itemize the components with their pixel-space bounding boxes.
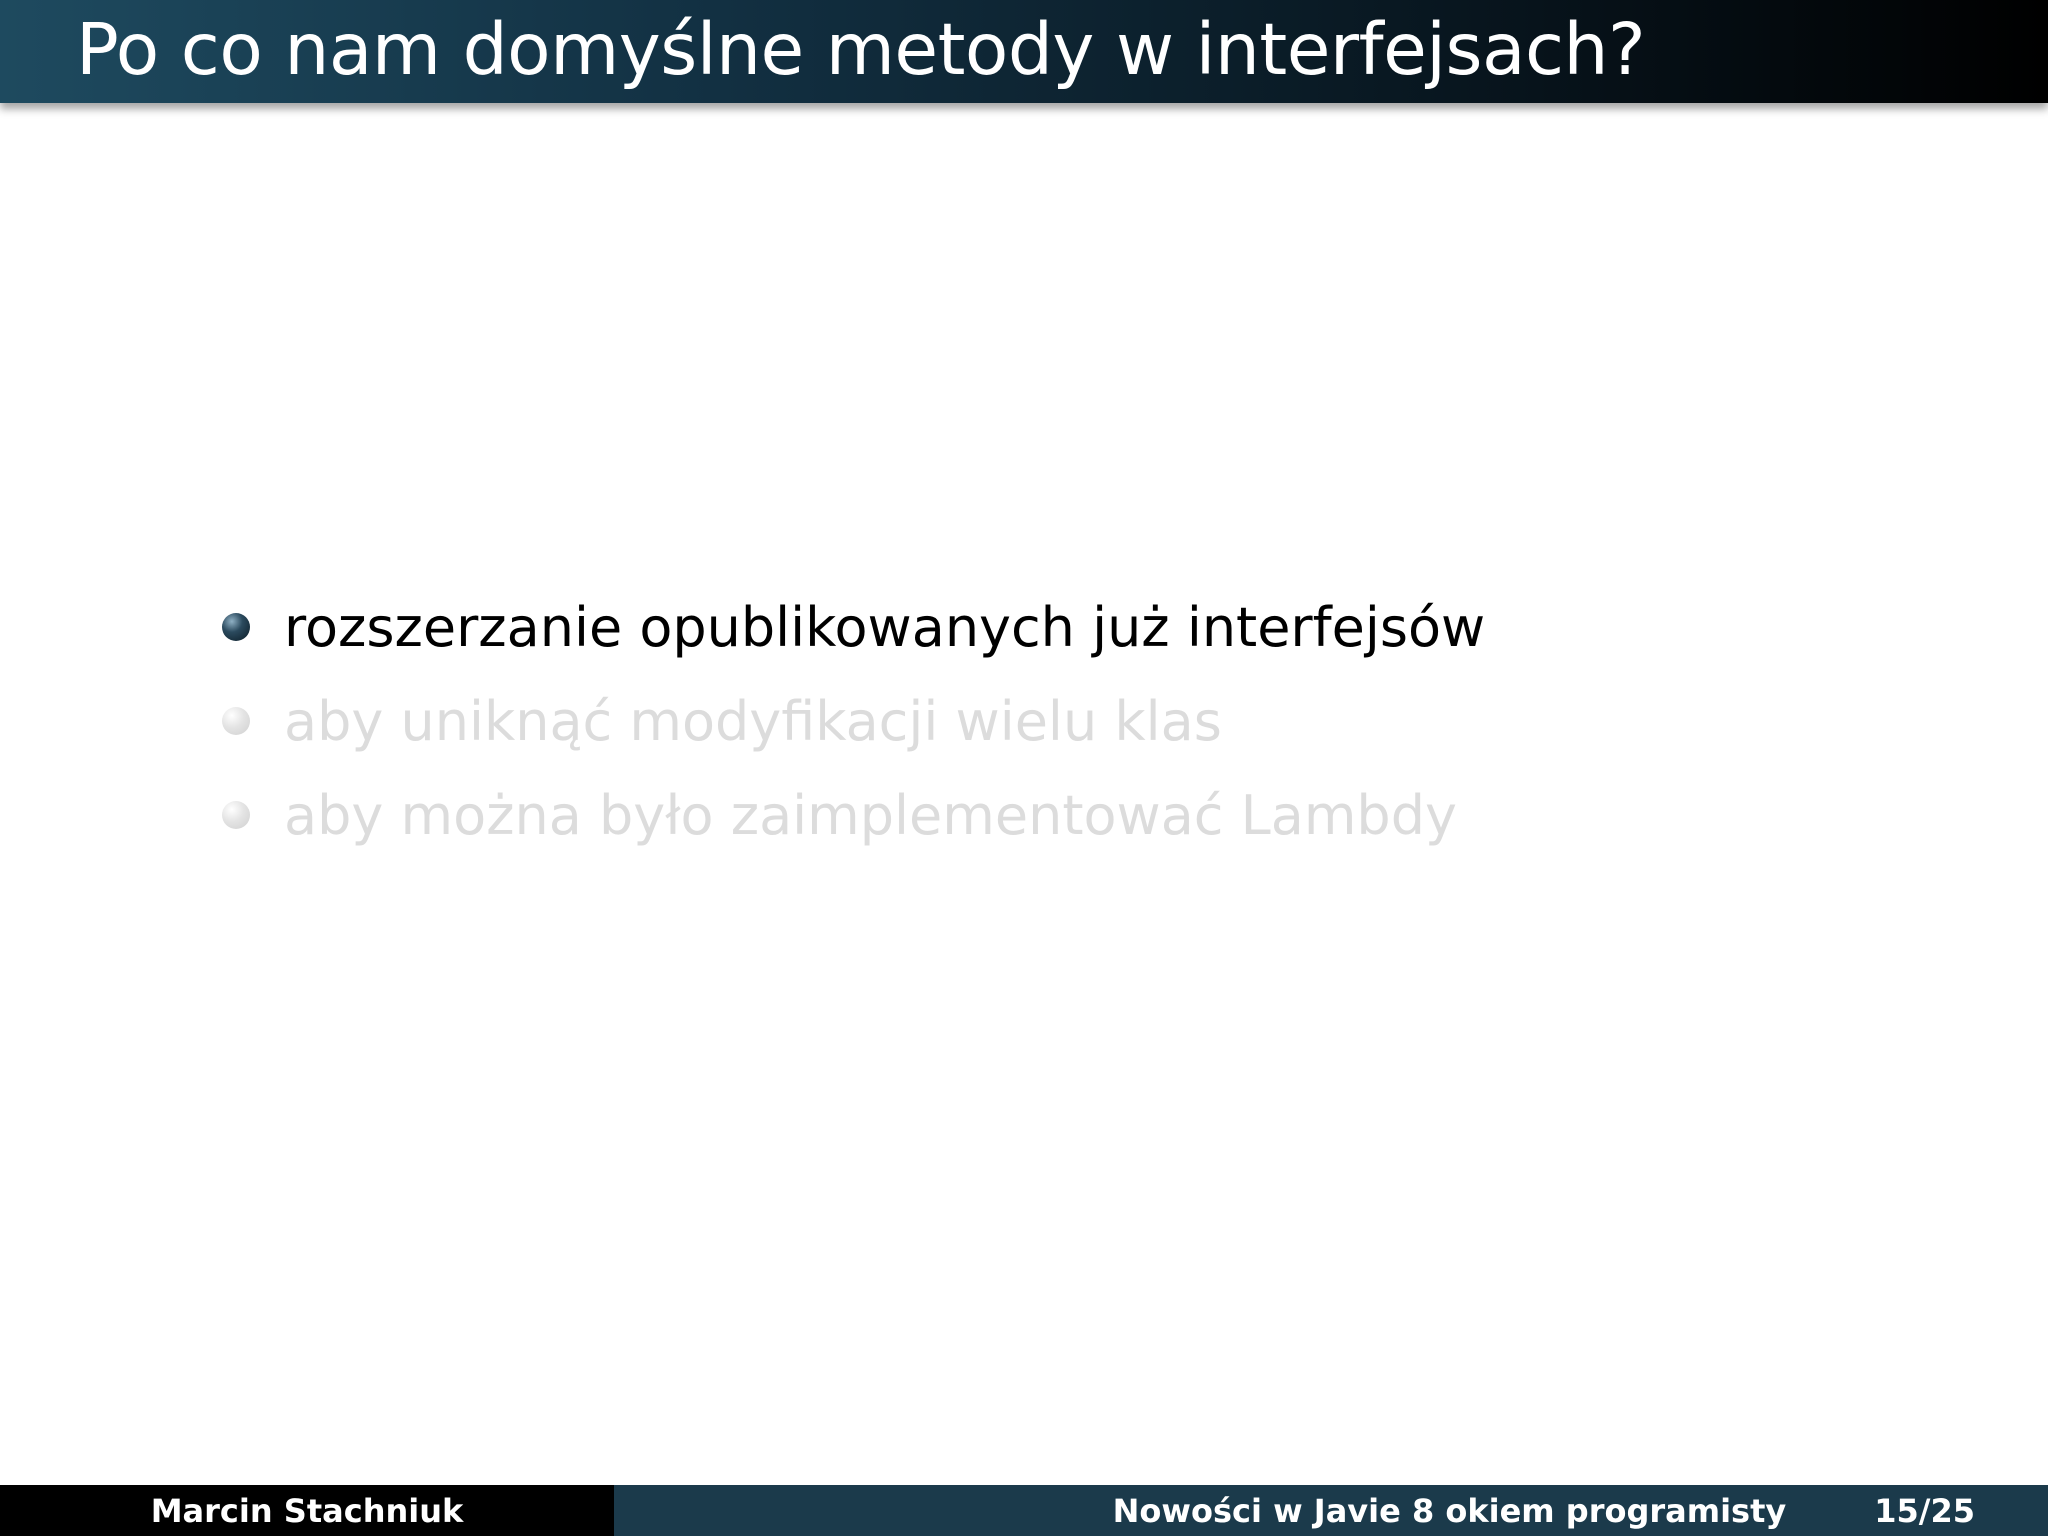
page-number: 15/25 [1874,1491,1975,1530]
footer-title-panel: Nowości w Javie 8 okiem programisty 15/2… [614,1485,2048,1536]
bullet-ball-icon [222,801,250,829]
bullet-item: rozszerzanie opublikowanych już interfej… [222,580,1485,674]
slide-title: Po co nam domyślne metody w interfejsach… [76,8,1646,91]
bullet-item: aby można było zaimplementować Lambdy [222,768,1485,862]
bullet-text: rozszerzanie opublikowanych już interfej… [284,595,1486,659]
bullet-text: aby uniknąć modyfikacji wielu klas [284,689,1222,753]
footer-talk-title: Nowości w Javie 8 okiem programisty [1112,1491,1787,1530]
slide: Po co nam domyślne metody w interfejsach… [0,0,2048,1536]
bullet-list: rozszerzanie opublikowanych już interfej… [222,580,1485,862]
title-bar: Po co nam domyślne metody w interfejsach… [0,0,2048,103]
bullet-ball-icon [222,613,250,641]
bullet-item: aby uniknąć modyfikacji wielu klas [222,674,1485,768]
bullet-ball-icon [222,707,250,735]
bullet-text: aby można było zaimplementować Lambdy [284,783,1457,847]
footer: Marcin Stachniuk Nowości w Javie 8 okiem… [0,1485,2048,1536]
footer-author-panel: Marcin Stachniuk [0,1485,614,1536]
footer-author: Marcin Stachniuk [150,1491,464,1530]
